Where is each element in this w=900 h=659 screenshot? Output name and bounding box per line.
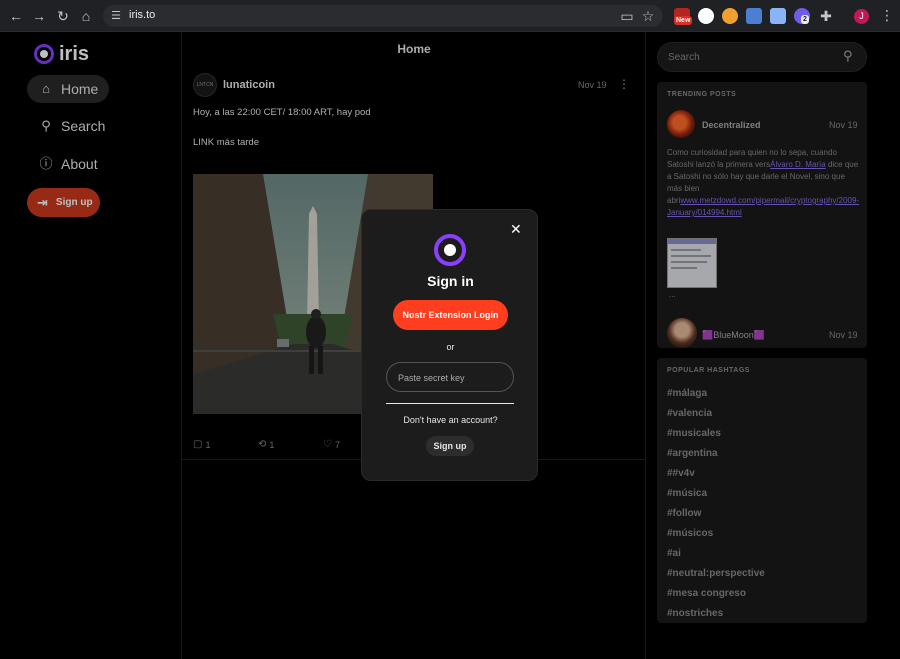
nostr-extension-login-button[interactable]: Nostr Extension Login (393, 300, 508, 330)
close-icon[interactable]: ✕ (510, 221, 522, 238)
extension-circle-icon[interactable] (698, 8, 714, 24)
extension-purple-icon[interactable]: 2 (794, 8, 810, 24)
extension-new-icon[interactable]: New (674, 8, 693, 25)
extensions-puzzle-icon[interactable]: ✚ (818, 8, 834, 24)
translate-icon[interactable] (746, 8, 762, 24)
extension-doc-icon[interactable] (770, 8, 786, 24)
or-divider-label: or (446, 342, 455, 352)
install-app-icon[interactable]: ▭ (619, 8, 635, 24)
back-icon[interactable]: ← (8, 8, 24, 24)
browser-toolbar: ← → ↻ ⌂ ☰ iris.to ▭ ☆ New 2 ✚ J ⋮ (0, 0, 900, 32)
no-account-text: Don't have an account? (403, 415, 498, 425)
address-bar[interactable]: ☰ iris.to (103, 5, 663, 27)
secret-key-input[interactable]: Paste secret key (386, 362, 514, 392)
browser-home-icon[interactable]: ⌂ (78, 8, 94, 24)
url-text: iris.to (129, 9, 156, 21)
divider (386, 403, 514, 404)
browser-menu-icon[interactable]: ⋮ (880, 7, 894, 24)
bookmark-star-icon[interactable]: ☆ (640, 8, 656, 24)
extension-orange-icon[interactable] (722, 8, 738, 24)
iris-logo-icon (434, 234, 466, 266)
profile-avatar[interactable]: J (854, 9, 869, 24)
sign-in-modal: ✕ Sign in Nostr Extension Login or Paste… (361, 209, 538, 481)
forward-icon[interactable]: → (31, 8, 47, 24)
new-badge: New (674, 16, 693, 25)
site-settings-icon[interactable]: ☰ (109, 9, 123, 23)
secret-key-placeholder: Paste secret key (398, 373, 465, 383)
count-badge: 2 (801, 15, 809, 24)
reload-icon[interactable]: ↻ (55, 8, 71, 24)
modal-signup-button[interactable]: Sign up (426, 436, 474, 456)
modal-title: Sign in (427, 273, 474, 289)
